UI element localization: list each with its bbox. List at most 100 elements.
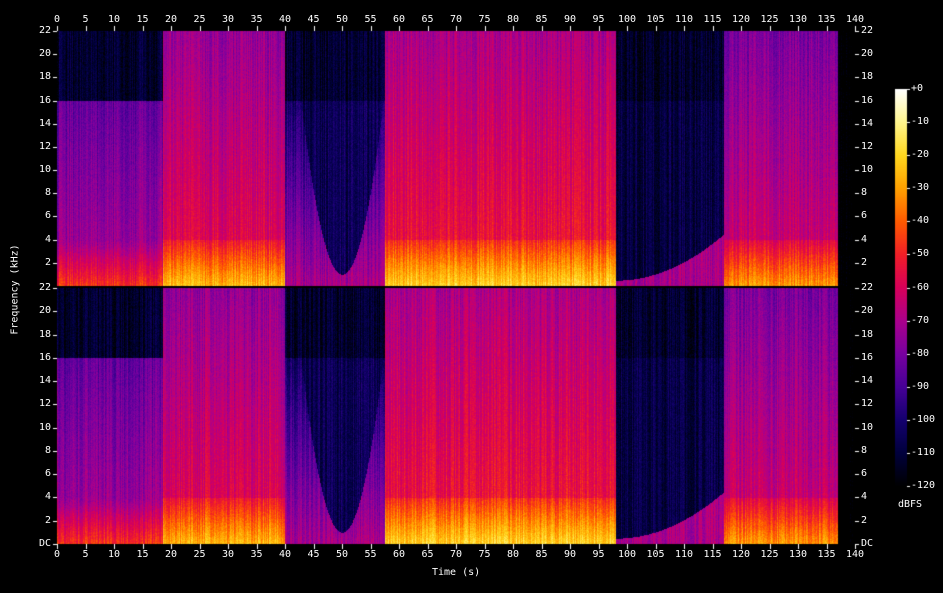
x-tick-bottom-label: 45 bbox=[307, 549, 320, 560]
y-tick-left-label: 16 bbox=[38, 94, 51, 106]
y-tick-left-label: 22 bbox=[38, 282, 51, 293]
x-tick-top-label: 120 bbox=[731, 14, 751, 25]
x-tick-bottom-label: 90 bbox=[563, 549, 577, 560]
y-axis-label: Frequency (kHz) bbox=[9, 244, 21, 335]
y-tick-right-label: 2 bbox=[861, 514, 868, 526]
spectrogram-canvas bbox=[0, 0, 943, 593]
y-tick-right-label: 10 bbox=[861, 164, 874, 176]
x-tick-bottom-label: 125 bbox=[760, 549, 779, 560]
colorbar-label: dBFS bbox=[898, 499, 923, 510]
x-tick-top-label: 140 bbox=[845, 14, 865, 25]
x-tick-bottom-label: 135 bbox=[817, 549, 836, 560]
colorbar-tick-label: -70 bbox=[911, 314, 930, 326]
x-tick-bottom-label: 30 bbox=[221, 549, 235, 560]
y-tick-right-label: 12 bbox=[861, 398, 874, 410]
x-tick-top-label: 35 bbox=[250, 14, 263, 25]
x-tick-bottom-label: 5 bbox=[82, 549, 89, 560]
x-tick-bottom-label: 100 bbox=[617, 549, 637, 560]
y-tick-left-label: 18 bbox=[38, 71, 51, 83]
y-tick-left-label: 8 bbox=[44, 187, 51, 199]
x-tick-bottom-label: 120 bbox=[731, 549, 751, 560]
y-tick-right-label: 16 bbox=[861, 351, 874, 363]
x-tick-top-label: 15 bbox=[136, 14, 149, 25]
y-tick-left-label: 10 bbox=[38, 421, 51, 433]
y-tick-right-label: DC bbox=[861, 538, 874, 549]
x-tick-top-label: 135 bbox=[817, 14, 836, 25]
y-tick-right-label: 22 bbox=[861, 25, 874, 36]
x-tick-top-label: 45 bbox=[307, 14, 320, 25]
y-tick-right-label: 6 bbox=[861, 468, 868, 480]
colorbar-tick-label: -110 bbox=[911, 446, 936, 458]
x-tick-bottom-label: 110 bbox=[674, 549, 694, 560]
x-tick-top-label: 95 bbox=[592, 14, 605, 25]
x-tick-top-label: 100 bbox=[617, 14, 637, 25]
y-tick-left-label: 8 bbox=[44, 444, 51, 456]
x-axis-label: Time (s) bbox=[432, 567, 481, 578]
y-tick-left-label: 6 bbox=[44, 468, 51, 480]
y-tick-right-label: 14 bbox=[861, 117, 874, 129]
colorbar-tick-label: -40 bbox=[911, 215, 930, 227]
y-tick-left-label: 14 bbox=[38, 117, 51, 129]
y-tick-right-label: 4 bbox=[861, 233, 868, 245]
x-tick-bottom-label: 80 bbox=[506, 549, 520, 560]
x-tick-top-label: 25 bbox=[193, 14, 206, 25]
y-tick-left-label: 2 bbox=[44, 256, 51, 268]
x-tick-top-label: 80 bbox=[506, 14, 520, 25]
x-tick-top-label: 50 bbox=[335, 14, 349, 25]
x-tick-bottom-label: 15 bbox=[136, 549, 149, 560]
y-tick-left-label: 20 bbox=[38, 48, 51, 60]
x-tick-bottom-label: 55 bbox=[364, 549, 377, 560]
colorbar-tick-label: -80 bbox=[911, 347, 930, 359]
colorbar-tick-label: -120 bbox=[911, 480, 936, 491]
y-tick-left-label: 4 bbox=[44, 491, 51, 503]
y-tick-left-label: 4 bbox=[44, 233, 51, 245]
x-tick-top-label: 60 bbox=[392, 14, 406, 25]
x-tick-top-label: 70 bbox=[449, 14, 463, 25]
y-tick-left-label: 12 bbox=[38, 398, 51, 410]
x-tick-top-label: 40 bbox=[278, 14, 292, 25]
x-tick-top-label: 0 bbox=[53, 14, 61, 25]
x-tick-bottom-label: 10 bbox=[107, 549, 121, 560]
y-tick-right-label: 20 bbox=[861, 48, 874, 60]
y-tick-left-label: 16 bbox=[38, 351, 51, 363]
colorbar-tick-label: -50 bbox=[911, 248, 930, 260]
y-tick-right-label: 6 bbox=[861, 210, 868, 222]
y-tick-left-label: 12 bbox=[38, 140, 51, 152]
x-tick-bottom-label: 0 bbox=[53, 549, 61, 560]
y-tick-left-label: 10 bbox=[38, 164, 51, 176]
x-tick-bottom-label: 40 bbox=[278, 549, 292, 560]
x-tick-bottom-label: 140 bbox=[845, 549, 865, 560]
y-tick-right-label: 16 bbox=[861, 94, 874, 106]
colorbar-tick-label: +0 bbox=[911, 83, 924, 94]
x-tick-bottom-label: 95 bbox=[592, 549, 605, 560]
y-tick-right-label: 18 bbox=[861, 328, 874, 340]
x-tick-top-label: 125 bbox=[760, 14, 779, 25]
y-tick-right-label: 22 bbox=[861, 282, 874, 293]
colorbar-tick-label: -10 bbox=[911, 116, 930, 128]
x-tick-bottom-label: 65 bbox=[421, 549, 434, 560]
y-tick-right-label: 12 bbox=[861, 140, 874, 152]
y-tick-left-label: 14 bbox=[38, 375, 51, 387]
y-tick-right-label: 2 bbox=[861, 256, 868, 268]
y-tick-right-label: 18 bbox=[861, 71, 874, 83]
colorbar-tick-label: -20 bbox=[911, 149, 930, 161]
x-tick-bottom-label: 25 bbox=[193, 549, 206, 560]
x-tick-top-label: 90 bbox=[563, 14, 577, 25]
y-tick-right-label: 8 bbox=[861, 444, 868, 456]
colorbar-tick-label: -100 bbox=[911, 413, 936, 425]
x-tick-top-label: 115 bbox=[703, 14, 722, 25]
y-tick-right-label: 20 bbox=[861, 305, 874, 317]
x-tick-bottom-label: 35 bbox=[250, 549, 263, 560]
colorbar-tick-label: -60 bbox=[911, 281, 930, 293]
y-tick-left-label: 20 bbox=[38, 305, 51, 317]
y-tick-right-label: 10 bbox=[861, 421, 874, 433]
y-tick-left-label: 6 bbox=[44, 210, 51, 222]
y-tick-right-label: 14 bbox=[861, 375, 874, 387]
y-tick-right-label: 4 bbox=[861, 491, 868, 503]
x-tick-bottom-label: 60 bbox=[392, 549, 406, 560]
x-tick-top-label: 30 bbox=[221, 14, 235, 25]
x-tick-bottom-label: 105 bbox=[646, 549, 665, 560]
x-tick-top-label: 105 bbox=[646, 14, 665, 25]
x-tick-bottom-label: 50 bbox=[335, 549, 349, 560]
x-tick-bottom-label: 75 bbox=[478, 549, 491, 560]
